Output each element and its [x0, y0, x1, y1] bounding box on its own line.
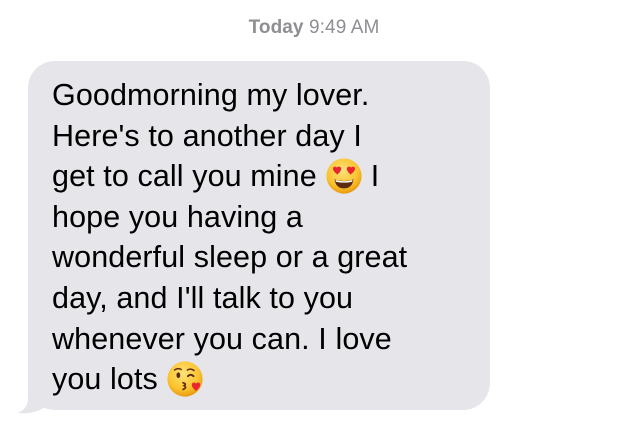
message-line-text: get to call you mine — [52, 159, 317, 194]
incoming-message-bubble[interactable]: Goodmorning my lover. Here's to another … — [28, 61, 490, 410]
message-line: hope you having a — [52, 199, 303, 234]
kissing-heart-emoji-icon — [167, 361, 203, 397]
message-line-with-emoji: get to call you mine I — [52, 156, 480, 197]
message-line-with-emoji: you lots — [52, 359, 480, 400]
heart-eyes-emoji-icon — [326, 158, 362, 194]
message-timestamp: Today 9:49 AM — [0, 17, 628, 39]
message-line: Goodmorning my lover. — [52, 78, 370, 112]
timestamp-day: Today — [248, 17, 304, 38]
message-line: wonderful sleep or a great — [52, 240, 408, 275]
message-line-text: I — [370, 159, 380, 194]
message-line: day, and I'll talk to you — [52, 280, 354, 315]
timestamp-time: 9:49 AM — [309, 17, 380, 38]
message-line: Here's to another day I — [52, 118, 362, 153]
message-line: whenever you can. I love — [52, 321, 392, 356]
message-line-text: you lots — [52, 362, 158, 397]
